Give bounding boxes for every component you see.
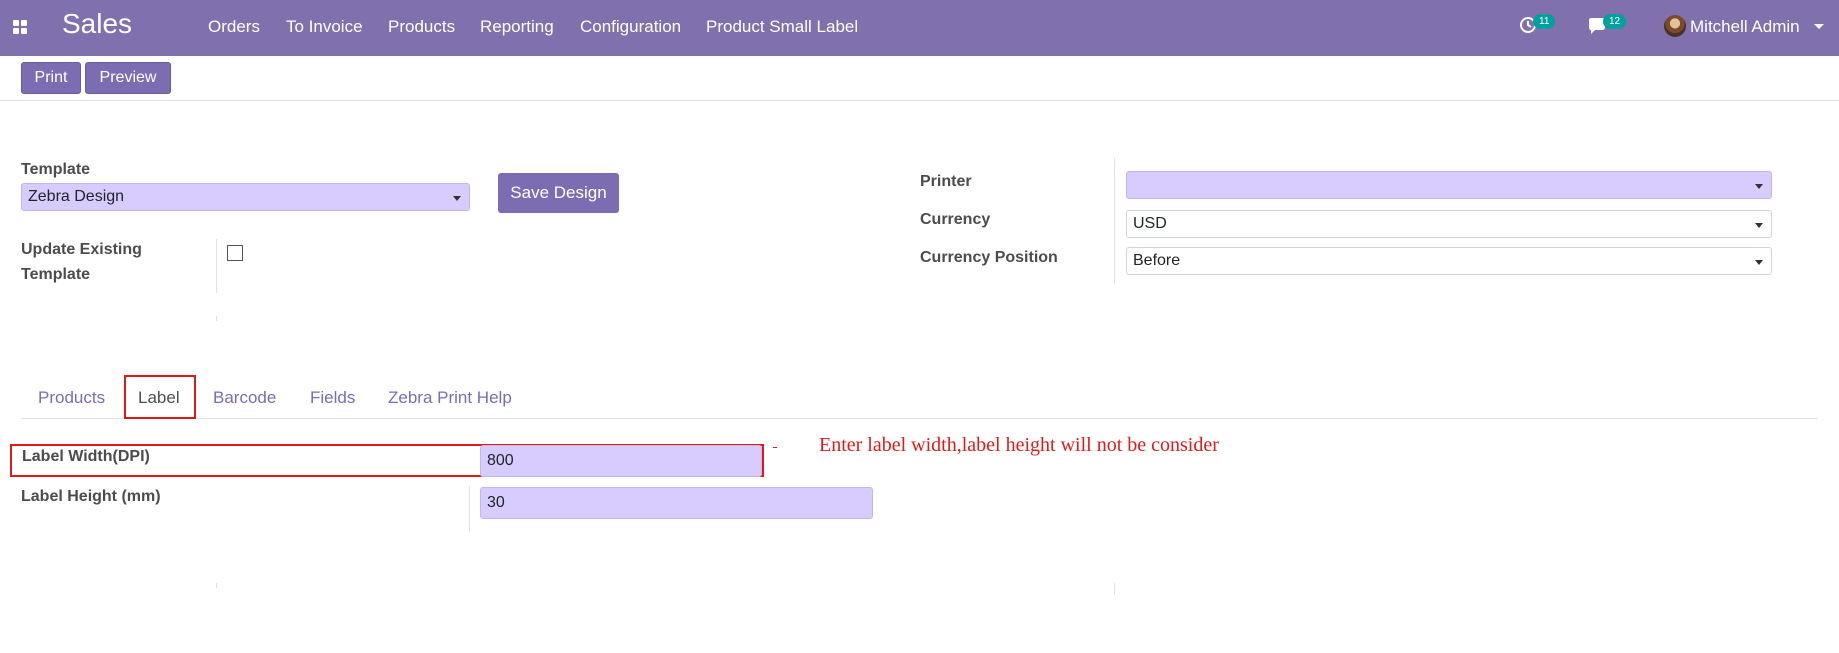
apps-grid-icon[interactable] [13, 20, 28, 35]
preview-button[interactable]: Preview [85, 62, 171, 94]
field-separator [216, 239, 217, 293]
label-width-input[interactable]: 800 [480, 445, 762, 477]
messages-badge: 12 [1603, 14, 1627, 29]
template-value: Zebra Design [28, 188, 125, 205]
activity-badge: 11 [1533, 14, 1556, 29]
dropdown-arrow-icon [453, 196, 461, 201]
menu-products[interactable]: Products [388, 17, 455, 37]
currency-position-value: Before [1133, 252, 1181, 269]
top-navbar: Sales Orders To Invoice Products Reporti… [0, 0, 1839, 56]
bottom-separator-tick [216, 583, 217, 588]
annotation-note: Enter label width,label height will not … [819, 434, 1219, 456]
currency-value: USD [1133, 215, 1167, 232]
menu-reporting[interactable]: Reporting [480, 17, 554, 37]
template-label: Template [21, 161, 91, 178]
height-field-separator [469, 486, 470, 532]
update-existing-label-line1: Update Existing [21, 241, 142, 258]
tab-products[interactable]: Products [38, 388, 105, 408]
caret-down-icon[interactable] [1814, 24, 1824, 29]
currency-position-label: Currency Position [920, 249, 1058, 266]
user-name[interactable]: Mitchell Admin [1690, 17, 1800, 37]
user-avatar[interactable] [1664, 15, 1686, 37]
annotation-marker [773, 447, 777, 448]
label-height-label: Label Height (mm) [21, 488, 161, 505]
save-design-button[interactable]: Save Design [498, 173, 619, 213]
menu-to-invoice[interactable]: To Invoice [286, 17, 363, 37]
tabs-underline [21, 418, 1818, 419]
control-panel: Print Preview [0, 56, 1839, 101]
label-width-label: Label Width(DPI) [22, 448, 150, 465]
tab-label[interactable]: Label [138, 388, 180, 408]
menu-product-small-label[interactable]: Product Small Label [706, 17, 858, 37]
menu-configuration[interactable]: Configuration [580, 17, 681, 37]
update-existing-label-line2: Template [21, 266, 91, 283]
tab-barcode[interactable]: Barcode [213, 388, 276, 408]
app-brand[interactable]: Sales [62, 8, 132, 40]
print-button[interactable]: Print [21, 62, 81, 94]
update-existing-checkbox[interactable] [227, 245, 243, 261]
currency-select[interactable]: USD [1126, 210, 1772, 238]
currency-position-select[interactable]: Before [1126, 247, 1772, 275]
printer-select[interactable] [1126, 171, 1772, 199]
tab-fields[interactable]: Fields [310, 388, 355, 408]
dropdown-arrow-icon [1755, 184, 1763, 189]
dropdown-arrow-icon [1755, 223, 1763, 228]
dropdown-arrow-icon [1755, 260, 1763, 265]
bottom-separator-tick-right [1114, 583, 1115, 595]
tab-zebra-print-help[interactable]: Zebra Print Help [388, 388, 512, 408]
label-height-input[interactable]: 30 [480, 487, 873, 519]
right-field-separator [1114, 158, 1115, 284]
printer-label: Printer [920, 173, 972, 190]
field-separator-tick [216, 316, 217, 321]
menu-orders[interactable]: Orders [208, 17, 260, 37]
currency-label: Currency [920, 211, 991, 228]
template-select[interactable]: Zebra Design [21, 183, 470, 211]
